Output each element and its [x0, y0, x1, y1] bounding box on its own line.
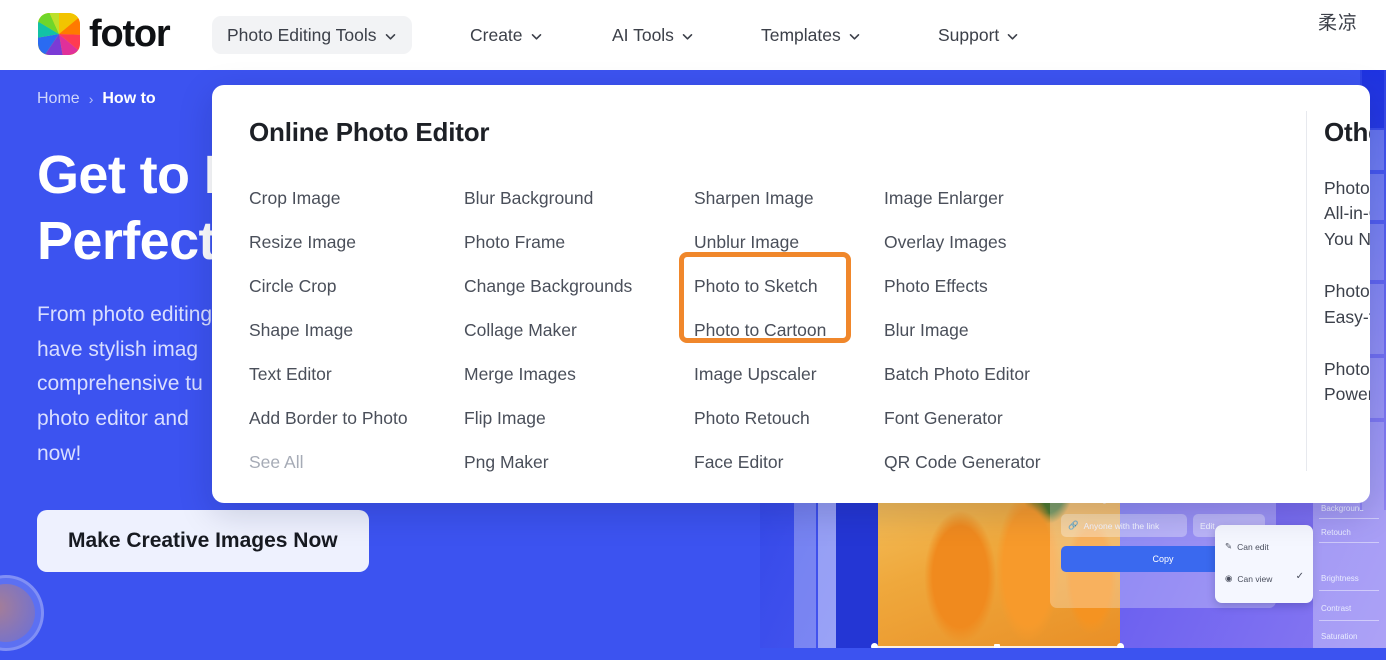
- breadcrumb-home[interactable]: Home: [37, 90, 80, 108]
- breadcrumb-separator-icon: ›: [88, 91, 94, 107]
- platform-item-mac[interactable]: Photo Editor for Mac Powerful Photo Edit…: [1324, 357, 1370, 408]
- link-scope-value: Anyone with the link: [1083, 520, 1160, 531]
- page-root: Home › How to Get to Know Perfect From p…: [0, 0, 1386, 660]
- tool-image-upscaler[interactable]: Image Upscaler: [694, 352, 884, 396]
- nav-item-create[interactable]: Create: [455, 16, 558, 54]
- breadcrumb: Home › How to: [37, 90, 156, 108]
- tool-merge-images[interactable]: Merge Images: [464, 352, 694, 396]
- check-icon: ✓: [1295, 571, 1304, 582]
- make-creative-images-button[interactable]: Make Creative Images Now: [37, 510, 369, 572]
- menu-item-can-edit: ✎ Can edit: [1225, 541, 1269, 552]
- panel-row: Brightness: [1321, 574, 1359, 583]
- tool-text-editor[interactable]: Text Editor: [249, 352, 464, 396]
- tools-grid: Crop Image Blur Background Sharpen Image…: [249, 176, 1094, 484]
- tool-blur-image[interactable]: Blur Image: [884, 308, 1084, 352]
- nav-item-templates[interactable]: Templates: [746, 16, 876, 54]
- tool-overlay-images[interactable]: Overlay Images: [884, 220, 1084, 264]
- nav-label: Create: [470, 24, 523, 45]
- tool-unblur-image[interactable]: Unblur Image: [694, 220, 884, 264]
- tool-add-border-to-photo[interactable]: Add Border to Photo: [249, 396, 464, 440]
- tool-circle-crop[interactable]: Circle Crop: [249, 264, 464, 308]
- tool-crop-image[interactable]: Crop Image: [249, 176, 464, 220]
- platform-description: All-in-One Image Editing Mobile App You …: [1324, 203, 1370, 249]
- platform-item-windows[interactable]: Photo Editor for Windows Easy-to-Use Pho…: [1324, 279, 1370, 330]
- decorative-circle: [0, 575, 44, 651]
- dropdown-platforms-section: Other Platforms Photo Editor App All-in-…: [1324, 117, 1370, 435]
- tool-resize-image[interactable]: Resize Image: [249, 220, 464, 264]
- chevron-down-icon: [384, 30, 397, 43]
- nav-item-support[interactable]: Support: [923, 16, 1034, 54]
- tool-photo-to-sketch[interactable]: Photo to Sketch: [694, 264, 884, 308]
- tool-png-maker[interactable]: Png Maker: [464, 440, 694, 484]
- tool-see-all[interactable]: See All: [249, 440, 464, 484]
- permission-menu: ✎ Can edit ◉ Can view ✓: [1215, 525, 1313, 603]
- nav-label: Support: [938, 24, 1000, 45]
- tool-image-enlarger[interactable]: Image Enlarger: [884, 176, 1084, 220]
- platform-description: Easy-to-Use Photo Editing Software: [1324, 306, 1370, 327]
- nav-item-ai-tools[interactable]: AI Tools: [597, 16, 709, 54]
- tool-photo-to-cartoon[interactable]: Photo to Cartoon: [694, 308, 884, 352]
- nav-label: Photo Editing Tools: [227, 24, 377, 45]
- chevron-down-icon: [530, 30, 543, 43]
- fotor-logo[interactable]: fotor: [38, 13, 171, 55]
- link-scope-select: 🔗 Anyone with the link: [1061, 514, 1187, 537]
- chevron-down-icon: [1006, 30, 1019, 43]
- breadcrumb-current: How to: [102, 90, 156, 107]
- tool-batch-photo-editor[interactable]: Batch Photo Editor: [884, 352, 1084, 396]
- fotor-logo-icon: [38, 13, 80, 55]
- chevron-down-icon: [848, 30, 861, 43]
- role-value: Edit: [1200, 520, 1215, 531]
- menu-item-label: Can view: [1237, 573, 1273, 584]
- panel-row: Saturation: [1321, 632, 1358, 641]
- tool-flip-image[interactable]: Flip Image: [464, 396, 694, 440]
- tool-photo-retouch[interactable]: Photo Retouch: [694, 396, 884, 440]
- chevron-down-icon: [681, 30, 694, 43]
- platform-name: Photo Editor for Windows: [1324, 281, 1370, 302]
- link-icon: 🔗: [1068, 520, 1079, 530]
- tool-font-generator[interactable]: Font Generator: [884, 396, 1084, 440]
- top-navigation-bar: fotor Photo Editing Tools Create AI Tool…: [0, 0, 1386, 70]
- eye-icon: ◉: [1225, 573, 1233, 583]
- dropdown-tools-section: Online Photo Editor Crop Image Blur Back…: [212, 85, 1094, 503]
- dropdown-divider: [1306, 111, 1307, 471]
- platform-name: Photo Editor App: [1324, 178, 1370, 198]
- tool-blur-background[interactable]: Blur Background: [464, 176, 694, 220]
- platform-item-app[interactable]: Photo Editor App All-in-One Image Editin…: [1324, 176, 1370, 252]
- nav-label: AI Tools: [612, 24, 674, 45]
- photo-editing-tools-dropdown: Online Photo Editor Crop Image Blur Back…: [212, 85, 1370, 503]
- tool-photo-frame[interactable]: Photo Frame: [464, 220, 694, 264]
- menu-item-can-view: ◉ Can view: [1225, 573, 1272, 584]
- tool-shape-image[interactable]: Shape Image: [249, 308, 464, 352]
- panel-row: Retouch: [1321, 528, 1351, 537]
- tool-photo-effects[interactable]: Photo Effects: [884, 264, 1084, 308]
- nav-item-photo-editing-tools[interactable]: Photo Editing Tools: [212, 16, 412, 54]
- pencil-icon: ✎: [1225, 541, 1233, 551]
- tool-change-backgrounds[interactable]: Change Backgrounds: [464, 264, 694, 308]
- tool-collage-maker[interactable]: Collage Maker: [464, 308, 694, 352]
- nav-label: Templates: [761, 24, 841, 45]
- dropdown-section-title: Online Photo Editor: [249, 117, 490, 147]
- platform-description: Powerful Photo Editing Software: [1324, 384, 1370, 405]
- tool-face-editor[interactable]: Face Editor: [694, 440, 884, 484]
- panel-row: Background: [1321, 504, 1364, 513]
- tool-sharpen-image[interactable]: Sharpen Image: [694, 176, 884, 220]
- panel-row: Contrast: [1321, 604, 1352, 613]
- tool-qr-code-generator[interactable]: QR Code Generator: [884, 440, 1084, 484]
- platforms-title: Other Platforms: [1324, 117, 1370, 147]
- fotor-wordmark: fotor: [89, 13, 171, 55]
- menu-item-label: Can edit: [1237, 541, 1269, 552]
- platform-name: Photo Editor for Mac: [1324, 358, 1370, 379]
- user-account-name[interactable]: 柔凉: [1318, 8, 1358, 35]
